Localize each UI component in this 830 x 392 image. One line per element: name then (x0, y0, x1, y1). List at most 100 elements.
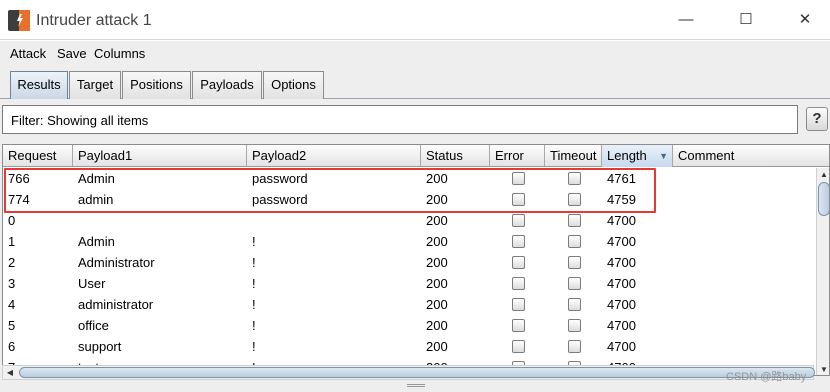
cell-payload2: ! (252, 339, 256, 354)
cell-length: 4761 (607, 171, 636, 186)
column-header-status[interactable]: Status (421, 145, 490, 167)
horizontal-scroll-thumb[interactable] (19, 367, 815, 378)
column-header-error[interactable]: Error (490, 145, 545, 167)
tab-target[interactable]: Target (69, 71, 121, 99)
table-row[interactable]: 0 200 4700 (3, 210, 813, 231)
error-checkbox (512, 214, 525, 227)
cell-request: 2 (8, 255, 16, 270)
menu-save[interactable]: Save (57, 46, 87, 61)
cell-payload1: Admin (78, 171, 115, 186)
table-row[interactable]: 1 Admin ! 200 4700 (3, 231, 813, 252)
window-title: Intruder attack 1 (36, 12, 152, 29)
cell-status: 200 (426, 171, 448, 186)
cell-status: 200 (426, 213, 448, 228)
results-panel: Filter: Showing all items ? Request Payl… (0, 99, 830, 392)
cell-status: 200 (426, 276, 448, 291)
error-checkbox (512, 298, 525, 311)
minimize-button[interactable]: — (676, 10, 696, 30)
scroll-left-icon[interactable]: ◀ (3, 366, 17, 379)
table-row[interactable]: 6 support ! 200 4700 (3, 336, 813, 357)
cell-payload2: password (252, 171, 308, 186)
tab-strip: Results Target Positions Payloads Option… (0, 66, 830, 100)
cell-request: 0 (8, 213, 16, 228)
scroll-up-icon[interactable]: ▲ (817, 168, 829, 182)
cell-status: 200 (426, 255, 448, 270)
cell-length: 4700 (607, 339, 636, 354)
burp-app-icon (8, 10, 30, 31)
table-row[interactable]: 2 Administrator ! 200 4700 (3, 252, 813, 273)
cell-status: 200 (426, 192, 448, 207)
column-header-timeout[interactable]: Timeout (545, 145, 602, 167)
error-checkbox (512, 319, 525, 332)
timeout-checkbox (568, 235, 581, 248)
cell-length: 4700 (607, 276, 636, 291)
error-checkbox (512, 340, 525, 353)
vertical-scrollbar[interactable]: ▲ ▼ (816, 168, 829, 375)
cell-payload2: ! (252, 318, 256, 333)
cell-length: 4700 (607, 297, 636, 312)
cell-length: 4759 (607, 192, 636, 207)
cell-length: 4700 (607, 318, 636, 333)
column-header-length[interactable]: Length ▼ (602, 145, 673, 167)
cell-status: 200 (426, 234, 448, 249)
cell-payload2 (247, 210, 252, 231)
tab-payloads[interactable]: Payloads (192, 71, 262, 99)
cell-length: 4700 (607, 213, 636, 228)
filter-bar[interactable]: Filter: Showing all items (2, 105, 798, 134)
cell-payload2: password (252, 192, 308, 207)
scroll-down-icon[interactable]: ▼ (817, 363, 829, 375)
resize-grip[interactable] (407, 384, 425, 387)
cell-request: 766 (8, 171, 30, 186)
error-checkbox (512, 235, 525, 248)
tab-positions[interactable]: Positions (122, 71, 191, 99)
menu-attack[interactable]: Attack (10, 46, 46, 61)
tab-options[interactable]: Options (263, 71, 324, 99)
cell-status: 200 (426, 318, 448, 333)
table-row[interactable]: 5 office ! 200 4700 (3, 315, 813, 336)
cell-payload1: office (78, 318, 109, 333)
timeout-checkbox (568, 298, 581, 311)
cell-payload2: ! (252, 297, 256, 312)
cell-status: 200 (426, 297, 448, 312)
cell-payload1 (73, 210, 78, 231)
help-button[interactable]: ? (806, 107, 828, 131)
cell-payload1: Admin (78, 234, 115, 249)
watermark: CSDN @路baby (726, 371, 807, 383)
error-checkbox (512, 193, 525, 206)
cell-status: 200 (426, 339, 448, 354)
column-header-payload1[interactable]: Payload1 (73, 145, 247, 167)
cell-length: 4700 (607, 255, 636, 270)
timeout-checkbox (568, 214, 581, 227)
column-header-payload2[interactable]: Payload2 (247, 145, 421, 167)
cell-length: 4700 (607, 234, 636, 249)
maximize-button[interactable]: ☐ (736, 10, 756, 30)
column-header-length-label: Length (607, 148, 647, 163)
tab-results[interactable]: Results (10, 71, 68, 100)
close-button[interactable]: ✕ (795, 10, 815, 30)
timeout-checkbox (568, 193, 581, 206)
cell-request: 4 (8, 297, 16, 312)
timeout-checkbox (568, 277, 581, 290)
table-row[interactable]: 4 administrator ! 200 4700 (3, 294, 813, 315)
cell-request: 774 (8, 192, 30, 207)
cell-payload1: User (78, 276, 106, 291)
vertical-scroll-thumb[interactable] (818, 182, 829, 216)
error-checkbox (512, 256, 525, 269)
timeout-checkbox (568, 256, 581, 269)
cell-payload1: admin (78, 192, 114, 207)
menu-bar: Attack Save Columns (0, 41, 830, 66)
column-header-request[interactable]: Request (3, 145, 73, 167)
table-header: Request Payload1 Payload2 Status Error T… (3, 145, 829, 167)
table-row[interactable]: 3 User ! 200 4700 (3, 273, 813, 294)
cell-request: 5 (8, 318, 16, 333)
table-row[interactable]: 766 Admin password 200 4761 (3, 168, 813, 189)
timeout-checkbox (568, 319, 581, 332)
menu-columns[interactable]: Columns (94, 46, 145, 61)
column-header-comment[interactable]: Comment (673, 145, 829, 167)
cell-request: 3 (8, 276, 16, 291)
table-row[interactable]: 774 admin password 200 4759 (3, 189, 813, 210)
title-bar: Intruder attack 1 — ☐ ✕ (0, 0, 830, 40)
table-body: 766 Admin password 200 4761 774 admin pa… (3, 168, 813, 375)
horizontal-scrollbar[interactable]: ◀ (2, 365, 815, 380)
error-checkbox (512, 277, 525, 290)
